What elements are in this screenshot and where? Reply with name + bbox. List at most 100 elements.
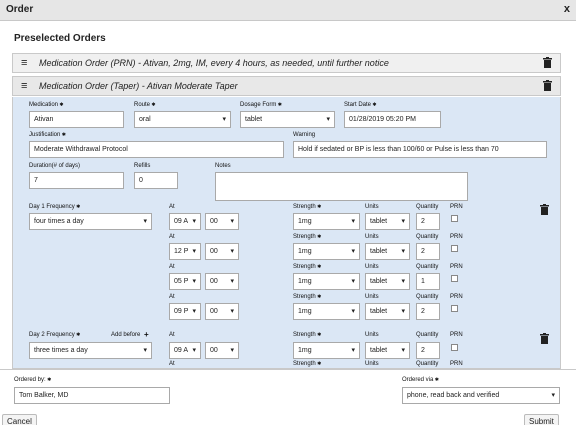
quantity-label: Quantity bbox=[416, 204, 439, 210]
quantity-label: Quantity bbox=[416, 264, 439, 270]
trash-icon[interactable] bbox=[540, 333, 549, 344]
notes-field[interactable] bbox=[215, 172, 468, 201]
units-label: Units bbox=[365, 361, 379, 367]
units-select[interactable]: tablet bbox=[365, 243, 410, 260]
quantity-field[interactable]: 2 bbox=[416, 213, 440, 230]
window-title: Order bbox=[6, 4, 34, 15]
quantity-label: Quantity bbox=[416, 361, 439, 367]
add-before-link[interactable]: Add before bbox=[111, 332, 140, 338]
units-select[interactable]: tablet bbox=[365, 303, 410, 320]
hour-select[interactable]: 12 P bbox=[169, 243, 201, 260]
prn-checkbox[interactable] bbox=[451, 275, 458, 282]
day2-frequency-select[interactable]: three times a day bbox=[29, 342, 152, 359]
strength-select[interactable]: 1mg bbox=[293, 243, 360, 260]
quantity-field[interactable]: 1 bbox=[416, 273, 440, 290]
minute-select[interactable]: 00 bbox=[205, 303, 239, 320]
quantity-label: Quantity bbox=[416, 234, 439, 240]
quantity-label: Quantity bbox=[416, 294, 439, 300]
dosage-form-select[interactable]: tablet bbox=[240, 111, 335, 128]
refills-label: Refills bbox=[134, 163, 151, 169]
trash-icon[interactable] bbox=[540, 204, 549, 215]
hamburger-icon[interactable]: ≡ bbox=[21, 57, 27, 69]
units-label: Units bbox=[365, 294, 379, 300]
ordered-by-field[interactable]: Tom Balker, MD bbox=[14, 387, 170, 404]
hour-select[interactable]: 09 A bbox=[169, 213, 201, 230]
close-icon[interactable]: x bbox=[564, 3, 570, 15]
prn-checkbox[interactable] bbox=[451, 245, 458, 252]
at-label: At bbox=[169, 204, 175, 210]
duration-label: Duration(# of days) bbox=[29, 163, 81, 169]
prn-label: PRN bbox=[450, 234, 463, 240]
quantity-label: Quantity bbox=[416, 332, 439, 338]
start-date-field[interactable]: 01/28/2019 05:20 PM bbox=[344, 111, 441, 128]
duration-field[interactable]: 7 bbox=[29, 172, 124, 189]
order-row-prn[interactable]: ≡ Medication Order (PRN) - Ativan, 2mg, … bbox=[12, 53, 561, 73]
at-label: At bbox=[169, 234, 175, 240]
medication-label: Medication bbox=[29, 102, 64, 108]
order-text: Medication Order (PRN) - Ativan, 2mg, IM… bbox=[39, 58, 389, 68]
trash-icon[interactable] bbox=[543, 57, 552, 68]
medication-field[interactable]: Ativan bbox=[29, 111, 124, 128]
quantity-field[interactable]: 2 bbox=[416, 243, 440, 260]
at-label: At bbox=[169, 294, 175, 300]
at-label: At bbox=[169, 332, 175, 338]
order-row-taper[interactable]: ≡ Medication Order (Taper) - Ativan Mode… bbox=[12, 76, 561, 96]
day1-frequency-select[interactable]: four times a day bbox=[29, 213, 152, 230]
at-label: At bbox=[169, 361, 175, 367]
hour-select[interactable]: 09 P bbox=[169, 303, 201, 320]
day2-frequency-label: Day 2 Frequency bbox=[29, 332, 80, 338]
hamburger-icon[interactable]: ≡ bbox=[21, 80, 27, 92]
strength-select[interactable]: 1mg bbox=[293, 213, 360, 230]
units-label: Units bbox=[365, 234, 379, 240]
prn-label: PRN bbox=[450, 294, 463, 300]
strength-label: Strength bbox=[293, 204, 321, 210]
strength-select[interactable]: 1mg bbox=[293, 303, 360, 320]
trash-icon[interactable] bbox=[543, 80, 552, 91]
units-select[interactable]: tablet bbox=[365, 213, 410, 230]
warning-field[interactable]: Hold if sedated or BP is less than 100/6… bbox=[293, 141, 547, 158]
notes-label: Notes bbox=[215, 163, 231, 169]
ordered-via-select[interactable]: phone, read back and verified bbox=[402, 387, 560, 404]
route-select[interactable]: oral bbox=[134, 111, 231, 128]
prn-checkbox[interactable] bbox=[451, 215, 458, 222]
hour-select[interactable]: 05 P bbox=[169, 273, 201, 290]
quantity-field[interactable]: 2 bbox=[416, 342, 440, 359]
prn-label: PRN bbox=[450, 264, 463, 270]
justification-label: Justification bbox=[29, 132, 66, 138]
day1-frequency-label: Day 1 Frequency bbox=[29, 204, 80, 210]
at-label: At bbox=[169, 264, 175, 270]
strength-label: Strength bbox=[293, 264, 321, 270]
minute-select[interactable]: 00 bbox=[205, 243, 239, 260]
quantity-field[interactable]: 2 bbox=[416, 303, 440, 320]
minute-select[interactable]: 00 bbox=[205, 342, 239, 359]
cancel-button[interactable]: Cancel bbox=[2, 414, 37, 425]
strength-select[interactable]: 1mg bbox=[293, 342, 360, 359]
order-text: Medication Order (Taper) - Ativan Modera… bbox=[39, 81, 238, 91]
units-label: Units bbox=[365, 204, 379, 210]
plus-icon[interactable]: + bbox=[144, 330, 149, 339]
units-select[interactable]: tablet bbox=[365, 342, 410, 359]
prn-label: PRN bbox=[450, 332, 463, 338]
route-label: Route bbox=[134, 102, 156, 108]
ordered-by-label: Ordered by: bbox=[14, 377, 51, 383]
strength-label: Strength bbox=[293, 234, 321, 240]
prn-checkbox[interactable] bbox=[451, 305, 458, 312]
units-select[interactable]: tablet bbox=[365, 273, 410, 290]
prn-label: PRN bbox=[450, 204, 463, 210]
minute-select[interactable]: 00 bbox=[205, 273, 239, 290]
hour-select[interactable]: 09 A bbox=[169, 342, 201, 359]
strength-label: Strength bbox=[293, 361, 321, 367]
strength-label: Strength bbox=[293, 332, 321, 338]
ordered-via-label: Ordered via bbox=[402, 377, 439, 383]
prn-label: PRN bbox=[450, 361, 463, 367]
strength-select[interactable]: 1mg bbox=[293, 273, 360, 290]
taper-detail-panel: Medication Ativan Route oral Dosage Form… bbox=[12, 97, 561, 369]
page-title: Preselected Orders bbox=[14, 33, 106, 44]
start-date-label: Start Date bbox=[344, 102, 377, 108]
minute-select[interactable]: 00 bbox=[205, 213, 239, 230]
submit-button[interactable]: Submit bbox=[524, 414, 559, 425]
refills-field[interactable]: 0 bbox=[134, 172, 178, 189]
units-label: Units bbox=[365, 332, 379, 338]
prn-checkbox[interactable] bbox=[451, 344, 458, 351]
justification-field[interactable]: Moderate Withdrawal Protocol bbox=[29, 141, 284, 158]
